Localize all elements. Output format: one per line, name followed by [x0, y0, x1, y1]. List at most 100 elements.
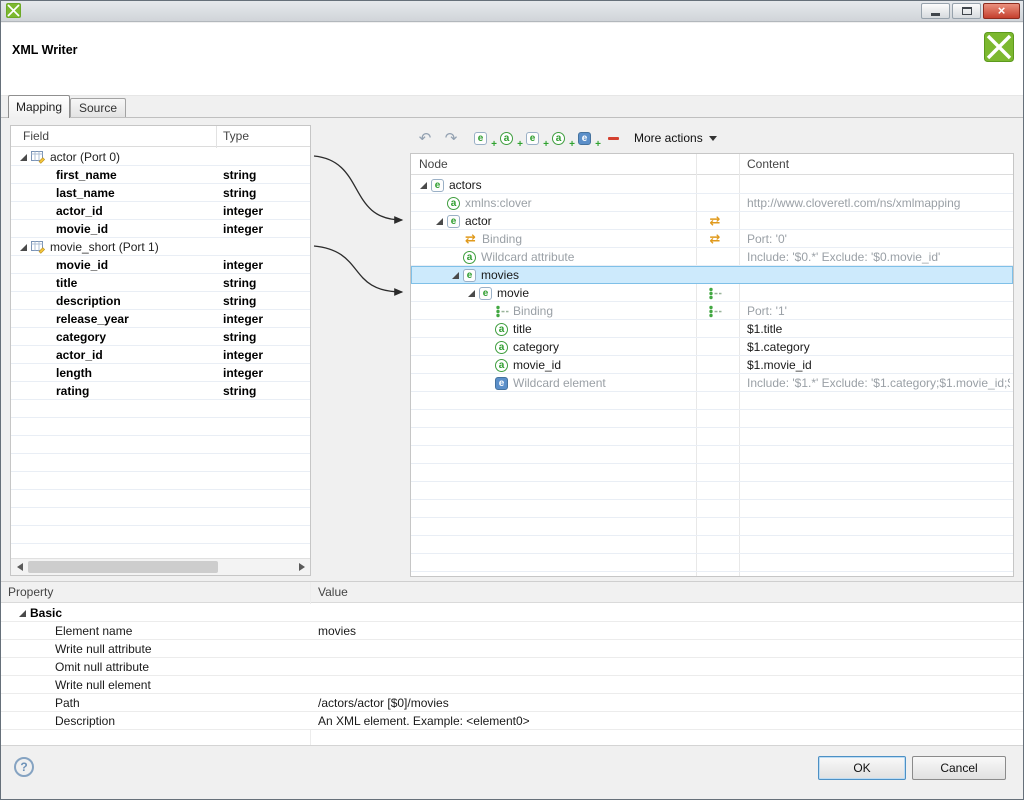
fields-table: Field Type actor (Port 0)first_namestrin…: [10, 125, 311, 576]
field-group-row-movie-short-port-1[interactable]: movie_short (Port 1): [11, 238, 310, 256]
tab-mapping[interactable]: Mapping: [8, 95, 70, 118]
wildcard-element-icon: e: [495, 377, 508, 390]
tree-row-wildcard-element[interactable]: eWildcard elementInclude: '$1.*' Exclude…: [411, 374, 1013, 392]
property-column-header[interactable]: Property: [8, 585, 53, 599]
property-row-basic[interactable]: Basic: [0, 604, 1024, 622]
node-label: movie: [497, 284, 529, 302]
remove-button[interactable]: [604, 128, 622, 148]
node-label: Binding: [513, 302, 553, 320]
tree-row-category[interactable]: acategory$1.category: [411, 338, 1013, 356]
property-label: Description: [55, 714, 115, 728]
undo-button[interactable]: ↶: [416, 128, 434, 148]
add-attribute-button[interactable]: a+: [500, 128, 518, 148]
field-row-length[interactable]: lengthinteger: [11, 364, 310, 382]
node-content: $1.movie_id: [747, 356, 1010, 374]
expand-triangle-icon[interactable]: [18, 609, 30, 618]
expand-triangle-icon[interactable]: [451, 271, 463, 280]
tree-row-title[interactable]: atitle$1.title: [411, 320, 1013, 338]
field-type: string: [223, 294, 256, 308]
field-row-last-name[interactable]: last_name string: [11, 184, 310, 202]
tree-row-actors[interactable]: eactors: [411, 176, 1013, 194]
more-actions-button[interactable]: More actions: [630, 128, 721, 148]
value-column-header[interactable]: Value: [318, 585, 348, 599]
tree-row-wildcard-attribute[interactable]: aWildcard attributeInclude: '$0.*' Exclu…: [411, 248, 1013, 266]
field-type: string: [223, 186, 256, 200]
property-row-omit-null-attribute[interactable]: Omit null attribute: [0, 658, 1024, 676]
field-label: description: [56, 294, 121, 308]
add-child-element-button[interactable]: e+: [474, 128, 492, 148]
node-label: Wildcard attribute: [481, 248, 574, 266]
content-column-header[interactable]: Content: [747, 157, 789, 171]
close-icon: ×: [998, 4, 1006, 17]
property-row-write-null-element[interactable]: Write null element: [0, 676, 1024, 694]
element-icon: e: [447, 215, 460, 228]
expand-triangle-icon[interactable]: [19, 153, 31, 162]
field-row-actor-id[interactable]: actor_idinteger: [11, 202, 310, 220]
tree-row-actor[interactable]: eactor⇄: [411, 212, 1013, 230]
minimize-button[interactable]: [921, 3, 950, 19]
tree-row-movies[interactable]: emovies: [411, 266, 1013, 284]
mapping-toolbar: ↶ ↷ e+ a+ e+ a+ e+ More actions: [410, 124, 1014, 152]
help-icon[interactable]: ?: [14, 757, 34, 777]
close-button[interactable]: ×: [983, 3, 1020, 19]
cancel-button[interactable]: Cancel: [912, 756, 1006, 780]
expand-triangle-icon[interactable]: [19, 243, 31, 252]
field-column-header[interactable]: Field: [23, 129, 49, 143]
binding-icon: ⇄: [708, 233, 723, 246]
tab-source[interactable]: Source: [70, 98, 126, 117]
element-icon: e: [431, 179, 444, 192]
field-row-title[interactable]: titlestring: [11, 274, 310, 292]
node-column-header[interactable]: Node: [419, 157, 448, 171]
field-row-actor-id[interactable]: actor_idinteger: [11, 346, 310, 364]
expand-triangle-icon[interactable]: [467, 289, 479, 298]
node-label: Binding: [482, 230, 522, 248]
field-row-rating[interactable]: ratingstring: [11, 382, 310, 400]
property-row-write-null-attribute[interactable]: Write null attribute: [0, 640, 1024, 658]
property-row-description[interactable]: Description An XML element. Example: <ele…: [0, 712, 1024, 730]
expand-triangle-icon[interactable]: [435, 217, 447, 226]
field-row-movie-id[interactable]: movie_idinteger: [11, 220, 310, 238]
scrollbar-thumb[interactable]: [28, 561, 218, 573]
node-label: movie_id: [513, 356, 561, 374]
maximize-button[interactable]: [952, 3, 981, 19]
add-wildcard-attribute-button[interactable]: a+: [552, 128, 570, 148]
field-row-first-name[interactable]: first_namestring: [11, 166, 310, 184]
scroll-left-icon[interactable]: [11, 559, 28, 575]
field-label: last_name: [56, 186, 115, 200]
tree-row-movie[interactable]: emovie: [411, 284, 1013, 302]
property-value: movies: [318, 624, 356, 638]
redo-button[interactable]: ↷: [442, 128, 460, 148]
field-label: first_name: [56, 168, 117, 182]
field-label: actor_id: [56, 204, 103, 218]
field-row-description[interactable]: description string: [11, 292, 310, 310]
property-row-path[interactable]: Path/actors/actor [$0]/movies: [0, 694, 1024, 712]
tree-row-xmlns-clover[interactable]: axmlns:cloverhttp://www.cloveretl.com/ns…: [411, 194, 1013, 212]
chevron-down-icon: [709, 136, 717, 141]
node-label: xmlns:clover: [465, 194, 532, 212]
property-value: An XML element. Example: <element0>: [318, 714, 530, 728]
field-group-row-actor-port-0[interactable]: actor (Port 0): [11, 148, 310, 166]
port-binding-icon: [708, 287, 722, 300]
fields-horizontal-scrollbar[interactable]: [11, 558, 310, 575]
property-row-element-name[interactable]: Element namemovies: [0, 622, 1024, 640]
titlebar[interactable]: ×: [0, 0, 1024, 22]
tree-row-binding[interactable]: ⇄Binding⇄Port: '0': [411, 230, 1013, 248]
toolbar-icons: ↶ ↷ e+ a+ e+ a+ e+: [416, 128, 622, 148]
add-wildcard-element-button[interactable]: e+: [578, 128, 596, 148]
type-column-header[interactable]: Type: [223, 129, 249, 143]
field-row-movie-id[interactable]: movie_idinteger: [11, 256, 310, 274]
add-element-button[interactable]: e+: [526, 128, 544, 148]
tree-row-movie-id[interactable]: amovie_id$1.movie_id: [411, 356, 1013, 374]
field-label: actor_id: [56, 348, 103, 362]
scroll-right-icon[interactable]: [293, 559, 310, 575]
attribute-icon: a: [495, 341, 508, 354]
expand-triangle-icon[interactable]: [419, 181, 431, 190]
xml-mapping-tree: Node Content eactorsaxmlns:cloverhttp://…: [410, 153, 1014, 577]
tree-row-binding[interactable]: BindingPort: '1': [411, 302, 1013, 320]
field-row-category[interactable]: categorystring: [11, 328, 310, 346]
ok-button[interactable]: OK: [818, 756, 906, 780]
field-type: integer: [223, 312, 263, 326]
tab-mapping-label: Mapping: [16, 100, 62, 114]
field-row-release-year[interactable]: release_yearinteger: [11, 310, 310, 328]
field-type: integer: [223, 366, 263, 380]
